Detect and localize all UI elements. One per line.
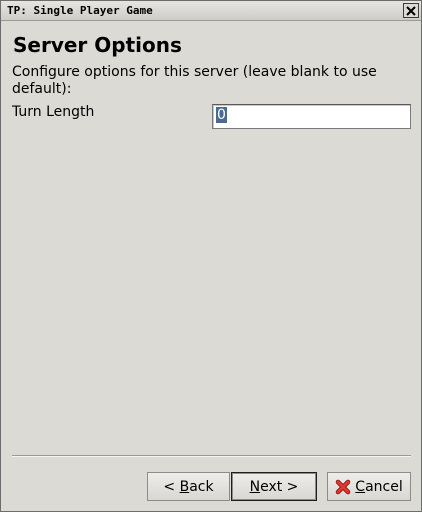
- cancel-button-label: ancel: [365, 478, 403, 495]
- cancel-x-icon: [335, 479, 351, 495]
- page-title: Server Options: [13, 33, 182, 57]
- turn-length-input[interactable]: 0: [212, 104, 411, 129]
- close-button[interactable]: [403, 3, 419, 18]
- next-button[interactable]: Next >: [231, 472, 317, 501]
- window-title: TP: Single Player Game: [7, 4, 153, 17]
- back-button[interactable]: < Back: [147, 472, 230, 501]
- title-bar: TP: Single Player Game: [1, 1, 421, 21]
- close-icon: [406, 5, 416, 16]
- cancel-button[interactable]: Cancel: [327, 472, 411, 501]
- separator: [12, 455, 411, 457]
- dialog-window: TP: Single Player Game Server Options Co…: [0, 0, 422, 512]
- back-button-prefix: <: [163, 478, 180, 495]
- back-button-mnemonic: B: [179, 478, 190, 495]
- page-description: Configure options for this server (leave…: [12, 64, 377, 97]
- next-button-mnemonic: N: [249, 478, 261, 495]
- turn-length-label: Turn Length: [12, 104, 95, 120]
- next-button-label: ext >: [260, 478, 299, 495]
- cancel-button-mnemonic: C: [355, 478, 366, 495]
- turn-length-value: 0: [216, 107, 227, 123]
- back-button-label: ack: [189, 478, 214, 495]
